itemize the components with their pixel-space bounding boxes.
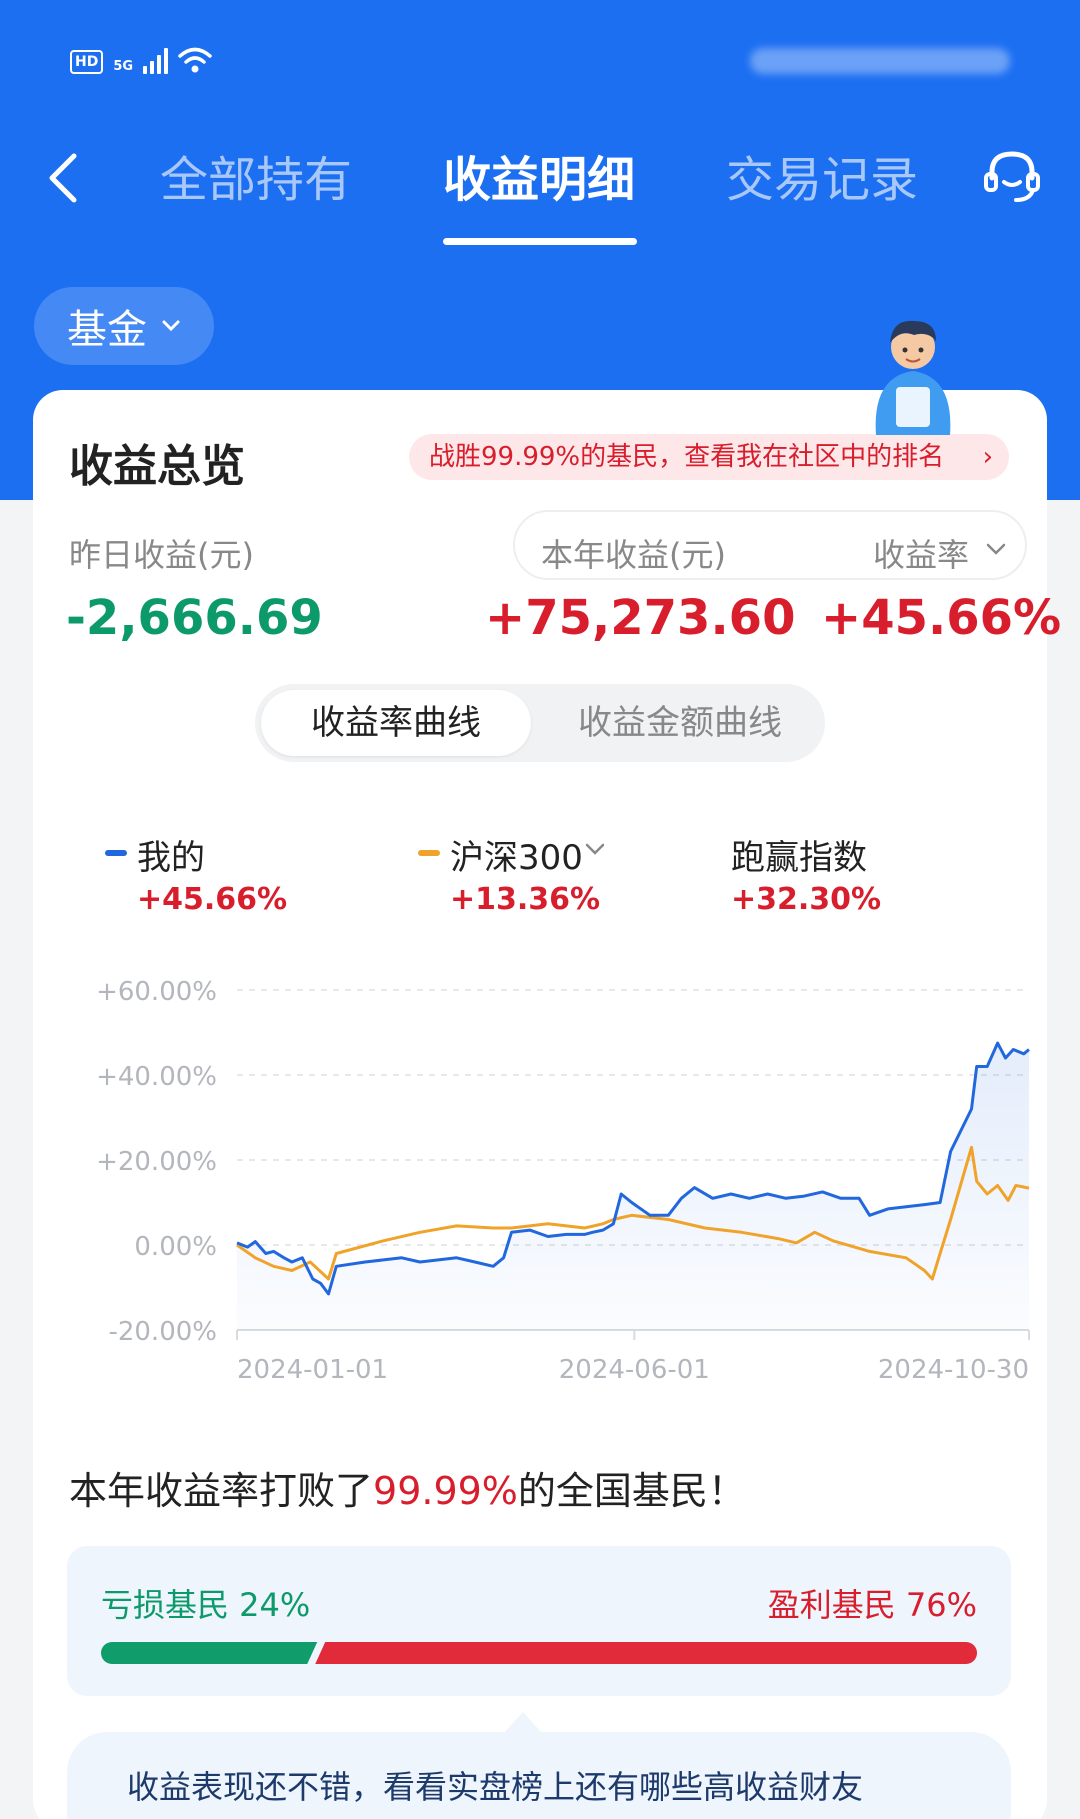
loss-investors-label: 亏损基民 24% bbox=[101, 1586, 311, 1624]
year-earnings-label: 本年收益(元) bbox=[541, 536, 726, 574]
legend-mine-value: +45.66% bbox=[137, 882, 288, 917]
beat-percentage: 99.99% bbox=[373, 1469, 518, 1513]
x-tick-label: 2024-06-01 bbox=[559, 1355, 710, 1385]
wifi-icon bbox=[178, 47, 212, 73]
yesterday-earnings-value: -2,666.69 bbox=[66, 590, 323, 646]
overview-title: 收益总览 bbox=[69, 441, 245, 492]
y-tick-label: -20.00% bbox=[108, 1317, 217, 1347]
y-tick-label: +20.00% bbox=[96, 1147, 217, 1177]
beat-statement: 本年收益率打败了99.99%的全国基民！ bbox=[69, 1460, 746, 1515]
return-rate-label[interactable]: 收益率 bbox=[873, 530, 969, 576]
leaderboard-tip[interactable]: 收益表现还不错，看看实盘榜上还有哪些高收益财友 bbox=[67, 1732, 1011, 1819]
chevron-down-icon[interactable] bbox=[985, 542, 1007, 556]
top-navigation: 全部持有 收益明细 交易记录 bbox=[0, 130, 1080, 250]
leaderboard-tip-text: 收益表现还不错，看看实盘榜上还有哪些高收益财友 bbox=[127, 1768, 864, 1806]
back-arrow-icon[interactable] bbox=[40, 148, 90, 208]
active-tab-indicator bbox=[443, 238, 637, 245]
return-rate-value: +45.66% bbox=[821, 590, 1062, 646]
signal-icon bbox=[143, 48, 169, 74]
tab-all-holdings[interactable]: 全部持有 bbox=[160, 140, 352, 220]
gain-segment bbox=[315, 1642, 977, 1664]
yesterday-earnings-label: 昨日收益(元) bbox=[69, 536, 254, 574]
legend-outperform-name: 跑赢指数 bbox=[731, 838, 867, 878]
legend-mine-marker bbox=[105, 850, 127, 856]
tab-return-rate-curve[interactable]: 收益率曲线 bbox=[261, 690, 531, 756]
customer-service-icon[interactable] bbox=[980, 144, 1044, 208]
chevron-down-icon bbox=[162, 320, 180, 332]
y-tick-label: +60.00% bbox=[96, 977, 217, 1007]
tab-earnings-detail[interactable]: 收益明细 bbox=[443, 140, 635, 220]
curve-type-switch: 收益率曲线 收益金额曲线 bbox=[255, 684, 825, 762]
status-time-blurred bbox=[750, 48, 1010, 74]
loss-segment bbox=[101, 1642, 318, 1664]
investor-distribution: 亏损基民 24% 盈利基民 76% bbox=[67, 1546, 1011, 1696]
legend-benchmark-value: +13.36% bbox=[450, 882, 601, 917]
fund-type-label: 基金 bbox=[67, 307, 147, 353]
x-tick-label: 2024-01-01 bbox=[237, 1355, 388, 1385]
x-tick-label: 2024-10-30 bbox=[878, 1355, 1029, 1385]
earnings-overview-card: 收益总览 战胜99.99%的基民，查看我在社区中的排名 › 昨日收益(元) -2… bbox=[33, 390, 1061, 1819]
y-tick-label: +40.00% bbox=[96, 1062, 217, 1092]
legend-benchmark-name: 沪深300 bbox=[450, 838, 583, 878]
mascot-avatar bbox=[875, 320, 951, 435]
legend-benchmark-marker bbox=[418, 850, 440, 856]
distribution-bar bbox=[101, 1642, 977, 1664]
year-earnings-value: +75,273.60 bbox=[485, 590, 796, 646]
beat-prefix: 本年收益率打败了 bbox=[69, 1469, 374, 1513]
tab-transaction-records[interactable]: 交易记录 bbox=[726, 140, 918, 220]
legend-mine-name: 我的 bbox=[137, 838, 205, 878]
status-bar: HD 5G bbox=[0, 0, 1080, 120]
tab-earnings-amount-curve[interactable]: 收益金额曲线 bbox=[545, 690, 815, 756]
chevron-right-icon: › bbox=[982, 442, 993, 472]
y-tick-label: 0.00% bbox=[134, 1232, 217, 1262]
network-type: 5G bbox=[113, 59, 134, 74]
return-rate-chart: +60.00% +40.00% +20.00% 0.00% -20.00% 2024-01… bbox=[96, 977, 1030, 1385]
my-return-area bbox=[237, 1043, 1029, 1330]
gain-investors-label: 盈利基民 76% bbox=[767, 1586, 977, 1624]
beat-suffix: 的全国基民！ bbox=[517, 1469, 746, 1513]
legend-outperform-value: +32.30% bbox=[731, 882, 882, 917]
rank-banner-text: 战胜99.99%的基民，查看我在社区中的排名 bbox=[429, 442, 945, 472]
hd-icon: HD bbox=[70, 50, 104, 74]
status-icons: HD 5G bbox=[70, 46, 212, 74]
community-rank-banner[interactable]: 战胜99.99%的基民，查看我在社区中的排名 › bbox=[409, 434, 1009, 480]
tip-pointer bbox=[503, 1712, 543, 1734]
chevron-down-icon[interactable] bbox=[584, 842, 606, 856]
fund-type-dropdown[interactable]: 基金 bbox=[34, 287, 214, 365]
